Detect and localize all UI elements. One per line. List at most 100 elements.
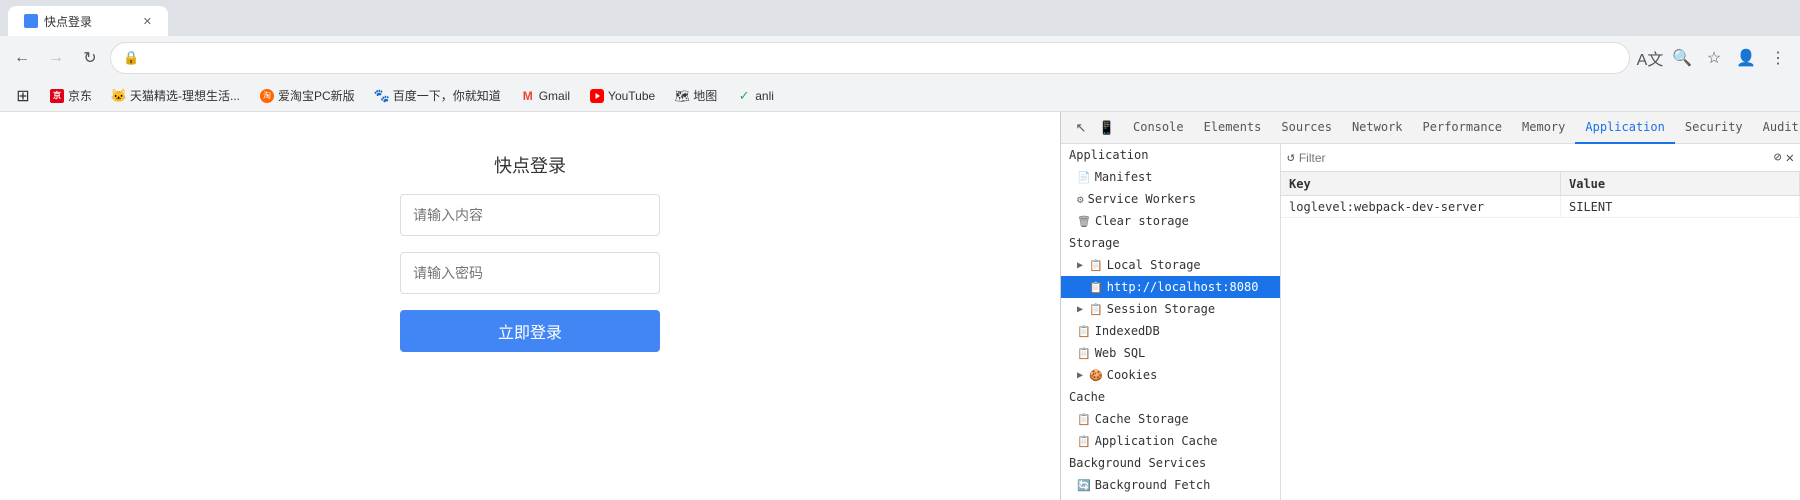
bookmark-maps[interactable]: 🗺 地图 <box>667 85 725 106</box>
url-input[interactable]: localhost:8080/login <box>145 50 1617 66</box>
devtools-action-icons: ↖ 📱 <box>1065 116 1123 140</box>
login-title: 快点登录 <box>494 152 566 178</box>
reload-button[interactable]: ↻ <box>76 44 104 72</box>
manifest-icon: 📄 <box>1077 171 1091 184</box>
tree-item-local-storage[interactable]: ▶ 📋 Local Storage <box>1061 254 1280 276</box>
url-bar[interactable]: 🔒 localhost:8080/login <box>110 42 1630 74</box>
filter-refresh-icon[interactable]: ↺ <box>1287 150 1295 165</box>
tab-performance[interactable]: Performance <box>1413 112 1512 144</box>
devtools-panel: ↖ 📱 Console Elements Sources Network <box>1060 112 1800 500</box>
bookmark-youtube-label: YouTube <box>608 89 655 103</box>
menu-button[interactable]: ⋮ <box>1764 44 1792 72</box>
toolbar-icons: A文 🔍 ☆ 👤 ⋮ <box>1636 44 1792 72</box>
bookmark-maps-label: 地图 <box>693 87 717 104</box>
data-row[interactable]: loglevel:webpack-dev-server SILENT <box>1281 196 1800 218</box>
tree-item-cookies[interactable]: ▶ 🍪 Cookies <box>1061 364 1280 386</box>
cursor-tool-button[interactable]: ↖ <box>1069 116 1093 140</box>
zoom-button[interactable]: 🔍 <box>1668 44 1696 72</box>
session-storage-icon: 📋 <box>1089 303 1103 316</box>
browser-tab[interactable]: 快点登录 ✕ <box>8 6 168 36</box>
login-box: 快点登录 立即登录 <box>400 152 660 352</box>
section-background-services: Background Services <box>1061 452 1280 474</box>
cookies-expand-icon: ▶ <box>1077 370 1083 381</box>
section-cache: Cache <box>1061 386 1280 408</box>
session-storage-expand-icon: ▶ <box>1077 304 1083 315</box>
tree-item-application-cache[interactable]: 📋 Application Cache <box>1061 430 1280 452</box>
tree-item-websql[interactable]: 📋 Web SQL <box>1061 342 1280 364</box>
bookmark-anli[interactable]: ✓ anli <box>729 87 782 105</box>
column-key: Key <box>1281 172 1561 195</box>
device-tool-button[interactable]: 📱 <box>1095 116 1119 140</box>
apps-icon: ⊞ <box>16 89 30 103</box>
devtools-main-area: ↺ ⊘ ✕ Key Value <box>1281 144 1800 500</box>
baidu-icon: 🐾 <box>375 89 389 103</box>
tab-bar: 快点登录 ✕ <box>0 0 1800 36</box>
translate-icon: A文 <box>1637 46 1664 70</box>
tree-item-manifest[interactable]: 📄 Manifest <box>1061 166 1280 188</box>
tree-item-service-workers[interactable]: ⚙ Service Workers <box>1061 188 1280 210</box>
tree-item-background-fetch[interactable]: 🔄 Background Fetch <box>1061 474 1280 496</box>
bookmark-anli-label: anli <box>755 89 774 103</box>
password-input[interactable] <box>400 252 660 294</box>
bookmark-gmail[interactable]: M Gmail <box>513 87 578 105</box>
tab-network[interactable]: Network <box>1342 112 1413 144</box>
bookmark-taobao[interactable]: 淘 爱淘宝PC新版 <box>252 85 363 106</box>
bookmark-tianmao[interactable]: 🐱 天猫精选-理想生活... <box>104 85 248 106</box>
tab-console[interactable]: Console <box>1123 112 1194 144</box>
youtube-icon <box>590 89 604 103</box>
username-input[interactable] <box>400 194 660 236</box>
section-storage: Storage <box>1061 232 1280 254</box>
bookmark-apps[interactable]: ⊞ <box>8 87 38 105</box>
address-bar: ← → ↻ 🔒 localhost:8080/login A文 🔍 ☆ 👤 ⋮ <box>0 36 1800 80</box>
filter-input[interactable] <box>1299 151 1770 165</box>
localhost-icon: 📋 <box>1089 281 1103 294</box>
bookmark-youtube[interactable]: YouTube <box>582 87 663 105</box>
zoom-icon: 🔍 <box>1672 48 1692 68</box>
tab-audits[interactable]: Audits <box>1753 112 1800 144</box>
jingdong-icon: 京 <box>50 89 64 103</box>
bookmark-jingdong[interactable]: 京 京东 <box>42 85 100 106</box>
bookmark-tianmao-label: 天猫精选-理想生活... <box>130 87 240 104</box>
browser-frame: 快点登录 ✕ ← → ↻ 🔒 localhost:8080/login A文 🔍… <box>0 0 1800 500</box>
tree-item-localhost[interactable]: 📋 http://localhost:8080 <box>1061 276 1280 298</box>
data-cell-value: SILENT <box>1561 196 1800 217</box>
tab-application[interactable]: Application <box>1575 112 1674 144</box>
bookmark-icon: ☆ <box>1707 48 1721 68</box>
cache-storage-icon: 📋 <box>1077 413 1091 426</box>
filter-close-icon[interactable]: ✕ <box>1786 150 1794 166</box>
tab-memory[interactable]: Memory <box>1512 112 1575 144</box>
tree-item-session-storage[interactable]: ▶ 📋 Session Storage <box>1061 298 1280 320</box>
data-table: Key Value loglevel:webpack-dev-server SI… <box>1281 172 1800 500</box>
bookmark-baidu[interactable]: 🐾 百度一下，你就知道 <box>367 85 509 106</box>
websql-icon: 📋 <box>1077 347 1091 360</box>
cookies-icon: 🍪 <box>1089 369 1103 382</box>
background-fetch-icon: 🔄 <box>1077 479 1091 492</box>
tab-close-icon[interactable]: ✕ <box>143 15 152 28</box>
forward-button[interactable]: → <box>42 44 70 72</box>
section-application: Application <box>1061 144 1280 166</box>
profile-button[interactable]: 👤 <box>1732 44 1760 72</box>
bookmarks-bar: ⊞ 京 京东 🐱 天猫精选-理想生活... 淘 爱淘宝PC新版 🐾 百度一下，你… <box>0 80 1800 112</box>
bookmark-baidu-label: 百度一下，你就知道 <box>393 87 501 104</box>
tab-security[interactable]: Security <box>1675 112 1753 144</box>
gmail-icon: M <box>521 89 535 103</box>
tree-item-cache-storage[interactable]: 📋 Cache Storage <box>1061 408 1280 430</box>
local-storage-icon: 📋 <box>1089 259 1103 272</box>
tab-title: 快点登录 <box>44 13 137 30</box>
bookmark-button[interactable]: ☆ <box>1700 44 1728 72</box>
service-workers-icon: ⚙ <box>1077 193 1084 206</box>
back-button[interactable]: ← <box>8 44 36 72</box>
translate-button[interactable]: A文 <box>1636 44 1664 72</box>
tree-item-clear-storage[interactable]: 🗑 Clear storage <box>1061 210 1280 232</box>
login-submit-button[interactable]: 立即登录 <box>400 310 660 352</box>
tab-elements[interactable]: Elements <box>1194 112 1272 144</box>
bookmark-jingdong-label: 京东 <box>68 87 92 104</box>
application-cache-icon: 📋 <box>1077 435 1091 448</box>
tab-favicon <box>24 14 38 28</box>
tab-sources[interactable]: Sources <box>1271 112 1342 144</box>
filter-clear-icon[interactable]: ⊘ <box>1774 150 1782 165</box>
device-icon: 📱 <box>1099 120 1115 136</box>
clear-storage-icon: 🗑 <box>1077 215 1091 228</box>
tree-item-indexeddb[interactable]: 📋 IndexedDB <box>1061 320 1280 342</box>
bookmark-gmail-label: Gmail <box>539 89 570 103</box>
